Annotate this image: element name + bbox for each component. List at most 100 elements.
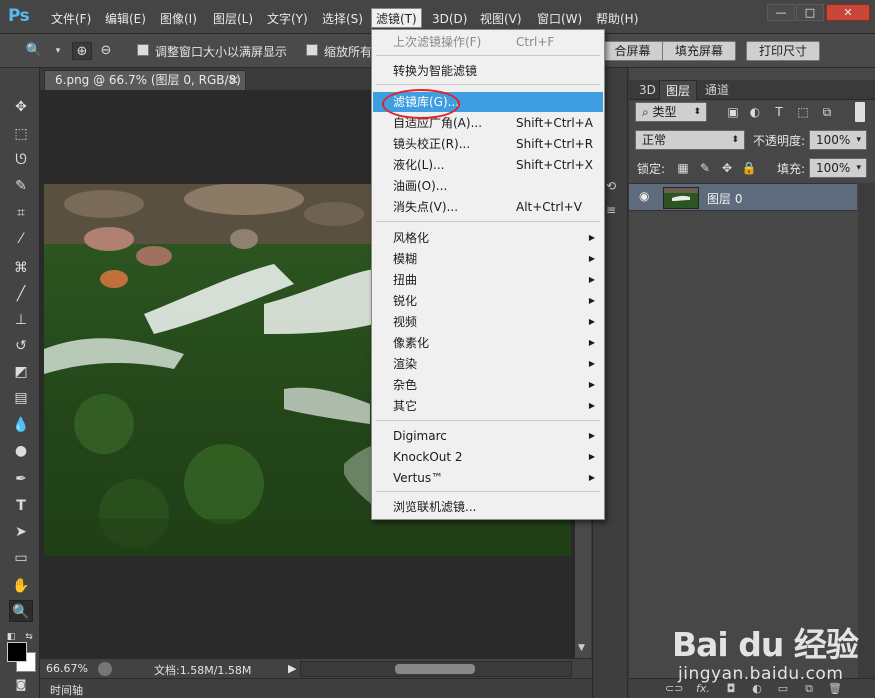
zoom-in-icon[interactable]: ⊕ xyxy=(72,42,92,60)
eraser-tool-icon[interactable]: ◩ xyxy=(9,361,33,383)
hand-tool-icon[interactable]: ✋ xyxy=(9,575,33,597)
minimize-button[interactable]: — xyxy=(767,4,795,21)
menu-3d[interactable]: 3D(D) xyxy=(428,9,471,29)
chevron-down-icon[interactable]: ▾ xyxy=(48,42,68,60)
crop-tool-icon[interactable]: ⌗ xyxy=(9,202,33,224)
eyedropper-tool-icon[interactable]: ⁄ xyxy=(9,228,33,250)
fill-value: 100% xyxy=(816,161,851,175)
fit-window-checkbox[interactable] xyxy=(137,44,149,56)
menu-type[interactable]: 文字(Y) xyxy=(263,9,312,29)
lock-position-icon[interactable]: ✥ xyxy=(719,160,735,176)
layer-row[interactable]: ◉ 图层 0 xyxy=(629,183,857,211)
menu-knockout[interactable]: KnockOut 2 ▶ xyxy=(373,447,603,467)
tab-3d[interactable]: 3D xyxy=(633,80,662,100)
shape-tool-icon[interactable]: ▭ xyxy=(9,547,33,569)
tab-layers[interactable]: 图层 xyxy=(659,80,698,100)
zoom-tool-icon[interactable]: 🔍 xyxy=(9,600,33,622)
marquee-tool-icon[interactable]: ⬚ xyxy=(9,123,33,145)
menu-select[interactable]: 选择(S) xyxy=(318,9,367,29)
menu-digimarc[interactable]: Digimarc ▶ xyxy=(373,426,603,446)
blur-tool-icon[interactable]: 💧 xyxy=(9,414,33,436)
menu-stylize[interactable]: 风格化 ▶ xyxy=(373,228,603,248)
layer-filter-kind-select[interactable]: ⌕ 类型 ⬍ xyxy=(635,102,707,122)
menu-layer[interactable]: 图层(L) xyxy=(209,9,257,29)
menu-convert-smart-filter[interactable]: 转换为智能滤镜 xyxy=(373,61,603,81)
visibility-eye-icon[interactable]: ◉ xyxy=(639,189,649,203)
menu-browse-filters-online[interactable]: 浏览联机滤镜... xyxy=(373,497,603,517)
brush-tool-icon[interactable]: ╱ xyxy=(9,283,33,305)
layers-panel: 3D 图层 通道 ⌕ 类型 ⬍ ▣ ◐ T ⬚ ⧉ 正常 ⬍ 不透明度: 100… xyxy=(629,68,875,698)
document-tab-close-icon[interactable]: × xyxy=(229,71,239,90)
horizontal-scrollbar[interactable] xyxy=(300,661,572,677)
horizontal-scroll-thumb[interactable] xyxy=(395,664,475,674)
menu-render[interactable]: 渲染 ▶ xyxy=(373,354,603,374)
watermark-url: jingyan.baidu.com xyxy=(678,664,844,684)
document-tab[interactable]: 6.png @ 66.7% (图层 0, RGB/8) × xyxy=(44,70,246,90)
timeline-panel-bar[interactable]: 时间轴 xyxy=(40,678,592,698)
type-tool-icon[interactable]: T xyxy=(9,495,33,517)
layers-scrollbar[interactable] xyxy=(858,183,875,678)
filter-type-icon[interactable]: T xyxy=(771,104,787,120)
menu-video[interactable]: 视频 ▶ xyxy=(373,312,603,332)
healing-brush-tool-icon[interactable]: ⌘ xyxy=(9,257,33,279)
menu-noise[interactable]: 杂色 ▶ xyxy=(373,375,603,395)
filter-toggle-icon[interactable] xyxy=(855,102,865,122)
zoom-all-checkbox[interactable] xyxy=(306,44,318,56)
blend-mode-select[interactable]: 正常 ⬍ xyxy=(635,130,745,150)
path-select-tool-icon[interactable]: ➤ xyxy=(9,521,33,543)
fit-screen-button[interactable]: 合屏幕 xyxy=(600,41,665,61)
menu-edit[interactable]: 编辑(E) xyxy=(101,9,150,29)
filter-pixel-icon[interactable]: ▣ xyxy=(725,104,741,120)
menu-oil-paint[interactable]: 油画(O)... xyxy=(373,176,603,196)
menu-vertus[interactable]: Vertus™ ▶ xyxy=(373,468,603,488)
menu-last-filter[interactable]: 上次滤镜操作(F) Ctrl+F xyxy=(373,32,603,52)
menu-blur[interactable]: 模糊 ▶ xyxy=(373,249,603,269)
menu-liquify[interactable]: 液化(L)... Shift+Ctrl+X xyxy=(373,155,603,175)
fill-screen-button[interactable]: 填充屏幕 xyxy=(662,41,736,61)
layer-name[interactable]: 图层 0 xyxy=(707,190,742,207)
gradient-tool-icon[interactable]: ▤ xyxy=(9,387,33,409)
zoom-out-icon[interactable]: ⊖ xyxy=(96,42,116,60)
menu-pixelate[interactable]: 像素化 ▶ xyxy=(373,333,603,353)
menu-other[interactable]: 其它 ▶ xyxy=(373,396,603,416)
clone-stamp-tool-icon[interactable]: ⊥ xyxy=(9,309,33,331)
fill-field[interactable]: 100% ▾ xyxy=(809,158,867,178)
menu-help[interactable]: 帮助(H) xyxy=(592,9,642,29)
opacity-label: 不透明度: xyxy=(753,134,806,148)
lock-transparent-icon[interactable]: ▦ xyxy=(675,160,691,176)
scroll-down-arrow-icon[interactable]: ▼ xyxy=(578,643,585,653)
lock-all-icon[interactable]: 🔒 xyxy=(741,160,757,176)
lock-image-icon[interactable]: ✎ xyxy=(697,160,713,176)
menu-file[interactable]: 文件(F) xyxy=(47,9,95,29)
quick-select-tool-icon[interactable]: ✎ xyxy=(9,175,33,197)
menu-window[interactable]: 窗口(W) xyxy=(533,9,586,29)
menu-vanishing-point[interactable]: 消失点(V)... Alt+Ctrl+V xyxy=(373,197,603,217)
history-brush-tool-icon[interactable]: ↺ xyxy=(9,335,33,357)
menu-sharpen[interactable]: 锐化 ▶ xyxy=(373,291,603,311)
print-size-button[interactable]: 打印尺寸 xyxy=(746,41,820,61)
zoom-level[interactable]: 66.67% xyxy=(46,662,88,675)
filter-smart-object-icon[interactable]: ⧉ xyxy=(819,104,835,120)
menu-image[interactable]: 图像(I) xyxy=(156,9,201,29)
menu-lens-correction[interactable]: 镜头校正(R)... Shift+Ctrl+R xyxy=(373,134,603,154)
tab-channels[interactable]: 通道 xyxy=(699,80,735,100)
close-window-button[interactable]: ✕ xyxy=(826,4,870,21)
pen-tool-icon[interactable]: ✒ xyxy=(9,468,33,490)
status-menu-arrow-icon[interactable]: ▶ xyxy=(288,662,296,675)
move-tool-icon[interactable]: ✥ xyxy=(9,96,33,118)
menu-distort[interactable]: 扭曲 ▶ xyxy=(373,270,603,290)
foreground-color-swatch[interactable] xyxy=(7,642,27,662)
zoom-tool-preset-icon[interactable]: 🔍 xyxy=(24,42,44,60)
quick-mask-icon[interactable]: ◙ xyxy=(9,674,33,696)
menu-filter[interactable]: 滤镜(T) xyxy=(371,8,422,28)
filter-shape-icon[interactable]: ⬚ xyxy=(795,104,811,120)
filter-adjustment-icon[interactable]: ◐ xyxy=(747,104,763,120)
lasso-tool-icon[interactable]: ᘎ xyxy=(9,149,33,171)
dodge-tool-icon[interactable]: ● xyxy=(9,440,33,462)
menu-item-shortcut: Alt+Ctrl+V xyxy=(516,200,582,214)
maximize-button[interactable]: □ xyxy=(796,4,824,21)
opacity-field[interactable]: 100% ▾ xyxy=(809,130,867,150)
submenu-arrow-icon: ▶ xyxy=(588,431,595,440)
menu-view[interactable]: 视图(V) xyxy=(476,9,526,29)
status-info-icon[interactable] xyxy=(98,662,112,676)
